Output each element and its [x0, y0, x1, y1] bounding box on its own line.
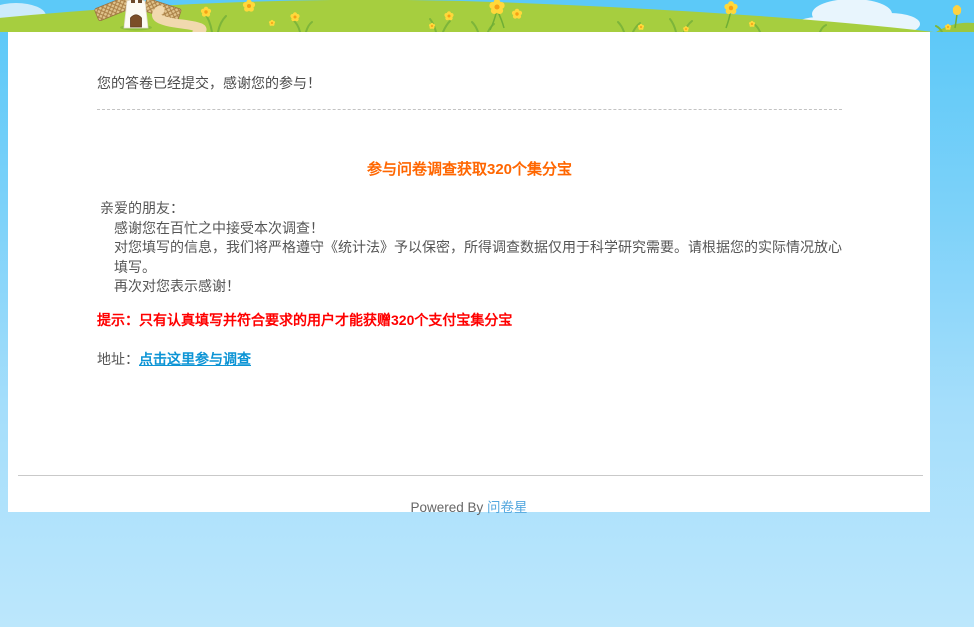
address-line: 地址：点击这里参与调查: [97, 350, 842, 370]
survey-link[interactable]: 点击这里参与调查: [139, 351, 251, 367]
content-area: 您的答卷已经提交，感谢您的参与！ 参与问卷调查获取320个集分宝 亲爱的朋友： …: [8, 74, 930, 370]
promo-body: 亲爱的朋友： 感谢您在百忙之中接受本次调查！ 对您填写的信息，我们将严格遵守《统…: [97, 199, 842, 297]
dashed-divider: [97, 109, 842, 110]
promo-greeting: 亲爱的朋友：: [100, 200, 184, 216]
promo-line: 再次对您表示感谢！: [114, 278, 240, 294]
meadow-banner-graphic: [0, 0, 974, 32]
promo-line: 对您填写的信息，我们将严格遵守《统计法》予以保密，所得调查数据仅用于科学研究需要…: [114, 239, 842, 275]
promo-line: 感谢您在百忙之中接受本次调查！: [114, 219, 324, 236]
banner-illustration: [0, 0, 974, 32]
footer-divider: [18, 474, 923, 476]
page-background: 您的答卷已经提交，感谢您的参与！ 参与问卷调查获取320个集分宝 亲爱的朋友： …: [0, 0, 974, 627]
reward-notice: 提示：只有认真填写并符合要求的用户才能获赠320个支付宝集分宝: [97, 311, 513, 328]
content-panel: 您的答卷已经提交，感谢您的参与！ 参与问卷调查获取320个集分宝 亲爱的朋友： …: [8, 32, 930, 515]
powered-by-label: Powered By: [410, 499, 488, 515]
footer: Powered By 问卷星: [8, 496, 930, 516]
promo-title: 参与问卷调查获取320个集分宝: [366, 161, 573, 178]
address-label: 地址：: [97, 351, 139, 367]
brand-link[interactable]: 问卷星: [487, 500, 528, 515]
submitted-message: 您的答卷已经提交，感谢您的参与！: [97, 75, 321, 91]
